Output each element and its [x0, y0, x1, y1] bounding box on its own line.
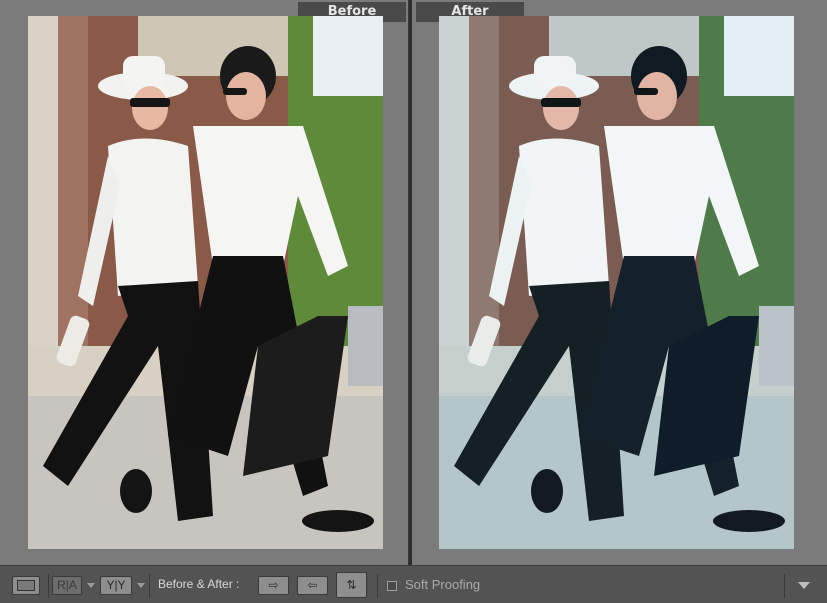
- ra-dropdown-icon[interactable]: [87, 583, 95, 588]
- bottom-toolbar: R|A Y|Y Before & After : ⇨ ⇦ ⇅ Soft Proo…: [0, 565, 827, 603]
- copy-right-icon: ⇨: [268, 578, 279, 592]
- before-pane: Before: [0, 0, 409, 565]
- ra-label: R|A: [57, 578, 77, 592]
- copy-after-to-before-button[interactable]: ⇦: [297, 576, 328, 595]
- toolbar-separator: [149, 574, 150, 598]
- swap-button[interactable]: ⇅: [336, 572, 367, 598]
- toolbar-separator: [784, 574, 785, 598]
- before-photo-image: [28, 16, 383, 549]
- yy-compare-button[interactable]: Y|Y: [100, 576, 132, 595]
- after-pane: After: [412, 0, 827, 565]
- soft-proofing-checkbox[interactable]: [387, 581, 397, 591]
- yy-label: Y|Y: [106, 578, 126, 592]
- single-view-icon: [17, 580, 35, 591]
- copy-before-to-after-button[interactable]: ⇨: [258, 576, 289, 595]
- ra-compare-button[interactable]: R|A: [52, 576, 82, 595]
- swap-icon: ⇅: [346, 578, 357, 592]
- soft-proofing-label: Soft Proofing: [405, 577, 481, 592]
- before-photo[interactable]: [28, 16, 383, 549]
- loupe-view-button[interactable]: [12, 576, 40, 595]
- after-photo-image: [439, 16, 794, 549]
- before-after-label: Before & After :: [158, 577, 240, 591]
- yy-dropdown-icon[interactable]: [137, 583, 145, 588]
- toolbar-separator: [48, 574, 49, 598]
- after-photo[interactable]: [439, 16, 794, 549]
- copy-left-icon: ⇦: [307, 578, 318, 592]
- toolbar-separator: [377, 574, 378, 598]
- dropdown-triangle-icon[interactable]: [798, 582, 810, 589]
